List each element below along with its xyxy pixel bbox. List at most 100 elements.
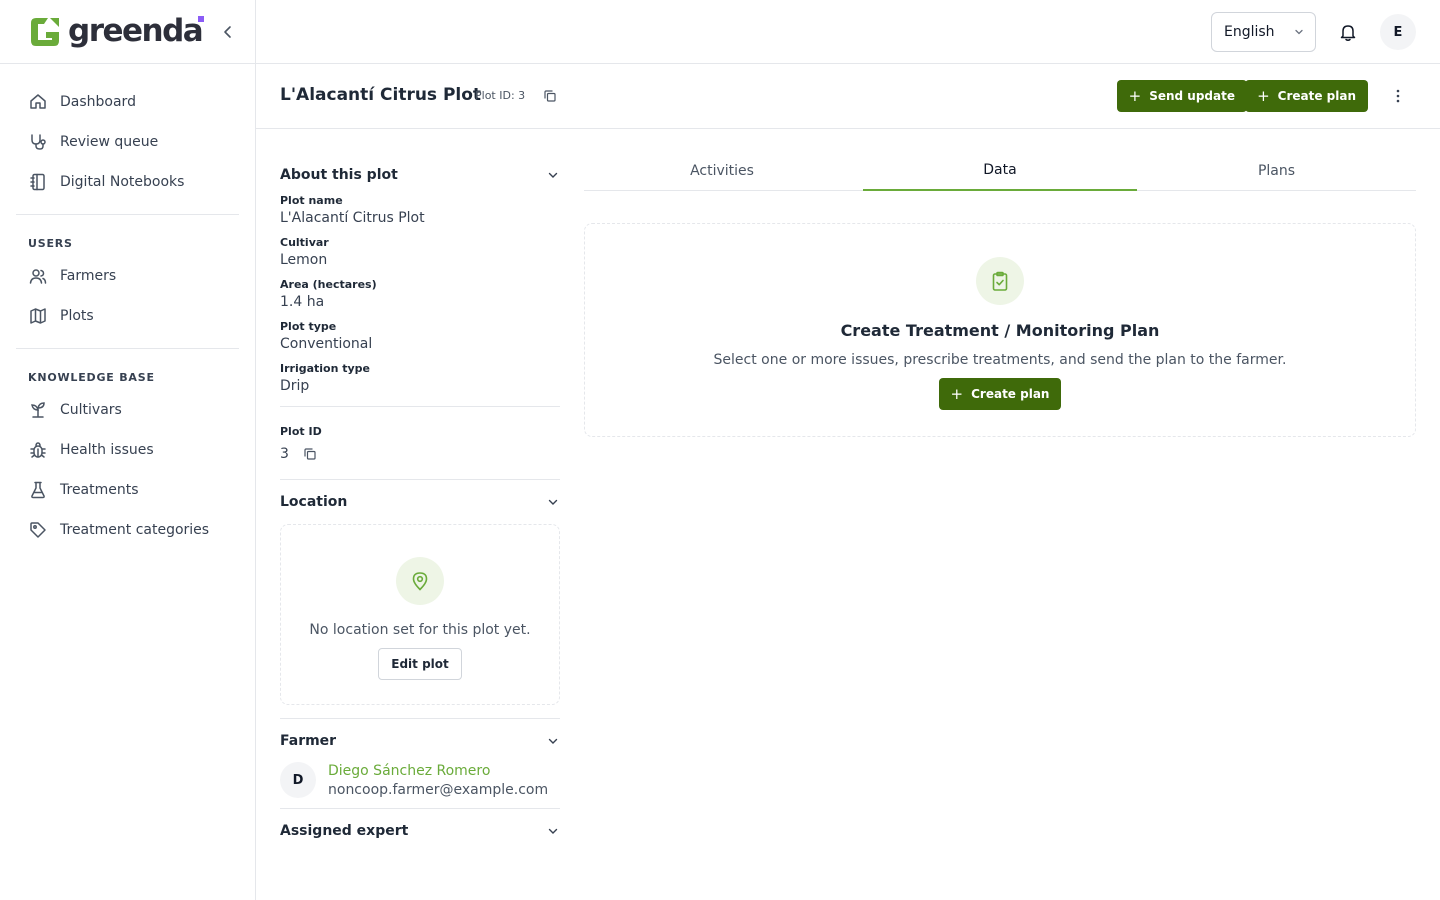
nav-group-users: USERS Farmers Plots (16, 214, 239, 348)
page-title: L'Alacantí Citrus Plot (280, 85, 482, 105)
edit-plot-label: Edit plot (391, 657, 449, 671)
chevron-down-icon (548, 499, 558, 505)
bell-icon[interactable] (1338, 22, 1358, 42)
plot-id-field: Plot ID 3 (280, 407, 560, 479)
farmer-avatar: D (280, 762, 316, 798)
field-value-plot-id: 3 (280, 446, 289, 462)
farmer-section-toggle[interactable]: Farmer (280, 730, 560, 752)
copy-icon[interactable] (303, 447, 317, 461)
tag-icon (30, 522, 46, 538)
create-plan-label: Create plan (971, 387, 1050, 401)
field-value-plot-name: L'Alacantí Citrus Plot (280, 210, 425, 226)
language-select-value: English (1224, 24, 1275, 40)
assigned-expert-section: Assigned expert (280, 809, 560, 842)
sidebar: greenda Dashboard Review queue Digital N… (0, 0, 256, 900)
sidebar-item-review-queue[interactable]: Review queue (16, 122, 239, 162)
plot-tabs: Activities Data Plans (584, 150, 1416, 191)
sidebar-item-label: Review queue (60, 134, 159, 150)
sidebar-item-label: Treatments (60, 482, 139, 498)
sidebar-item-label: Health issues (60, 442, 154, 458)
create-plan-header-button[interactable]: + Create plan (1245, 80, 1368, 112)
assigned-expert-heading: Assigned expert (280, 823, 409, 839)
farmer-info: Diego Sánchez Romero noncoop.farmer@exam… (328, 763, 548, 798)
tab-plans[interactable]: Plans (1137, 150, 1416, 191)
sidebar-item-label: Farmers (60, 268, 117, 284)
collapse-sidebar-icon[interactable] (220, 24, 236, 40)
plus-icon: + (950, 385, 964, 403)
create-plan-label: Create plan (1277, 89, 1356, 103)
field-label-plot-id: Plot ID (280, 425, 322, 438)
about-section-heading: About this plot (280, 167, 398, 183)
nav-heading-users: USERS (28, 237, 73, 250)
user-avatar-initial: E (1393, 24, 1403, 40)
about-section: About this plot Plot name L'Alacantí Cit… (280, 150, 560, 479)
field-label-area: Area (hectares) (280, 278, 377, 291)
farmer-section: Farmer D Diego Sánchez Romero noncoop.fa… (280, 719, 560, 808)
create-plan-button[interactable]: + Create plan (938, 378, 1062, 410)
chevron-down-icon (548, 172, 558, 178)
sidebar-item-label: Plots (60, 308, 94, 324)
sidebar-item-treatments[interactable]: Treatments (16, 470, 239, 510)
plan-empty-description: Select one or more issues, prescribe tre… (713, 352, 1287, 368)
sidebar-item-label: Digital Notebooks (60, 174, 185, 190)
brand-logo-text: greenda (68, 13, 204, 49)
plot-details-panel: About this plot Plot name L'Alacantí Cit… (280, 150, 560, 842)
plot-id-row: 3 (280, 446, 560, 462)
home-icon (30, 94, 46, 109)
location-empty-text: No location set for this plot yet. (309, 622, 531, 638)
field-value-plot-type: Conventional (280, 336, 373, 352)
more-options-icon[interactable] (1390, 88, 1406, 104)
farmer-email: noncoop.farmer@example.com (328, 781, 549, 798)
chevron-down-icon (548, 828, 558, 834)
nav-heading-knowledge-base: KNOWLEDGE BASE (28, 371, 155, 384)
sidebar-item-health-issues[interactable]: Health issues (16, 430, 239, 470)
location-empty-state: No location set for this plot yet. Edit … (280, 524, 560, 705)
assigned-expert-section-toggle[interactable]: Assigned expert (280, 820, 560, 842)
send-update-label: Send update (1149, 89, 1235, 103)
tab-label: Data (983, 161, 1017, 178)
sidebar-item-treatment-categories[interactable]: Treatment categories (16, 510, 239, 550)
location-section-toggle[interactable]: Location (280, 491, 560, 513)
farmer-card: D Diego Sánchez Romero noncoop.farmer@ex… (280, 762, 560, 798)
language-select[interactable]: English (1211, 12, 1316, 52)
field-label-plot-name: Plot name (280, 194, 343, 207)
sidebar-item-digital-notebooks[interactable]: Digital Notebooks (16, 162, 239, 202)
plan-empty-title: Create Treatment / Monitoring Plan (840, 321, 1160, 340)
sidebar-item-plots[interactable]: Plots (16, 296, 239, 336)
map-pin-icon (412, 572, 428, 591)
create-plan-empty-state: Create Treatment / Monitoring Plan Selec… (584, 223, 1416, 437)
clipboard-icon-badge (976, 257, 1024, 305)
sidebar-nav: Dashboard Review queue Digital Notebooks… (0, 64, 255, 562)
plot-id-tag: Plot ID: 3 (475, 89, 526, 102)
sidebar-item-dashboard[interactable]: Dashboard (16, 82, 239, 122)
about-section-toggle[interactable]: About this plot (280, 164, 560, 186)
sidebar-item-label: Cultivars (60, 402, 122, 418)
edit-plot-button[interactable]: Edit plot (378, 648, 462, 680)
users-icon (29, 269, 47, 284)
farmer-name-link[interactable]: Diego Sánchez Romero (328, 763, 548, 779)
notebook-icon (30, 173, 45, 191)
bug-icon (30, 442, 46, 458)
farmer-section-heading: Farmer (280, 733, 337, 749)
chevron-down-icon (1295, 29, 1303, 35)
tab-label: Plans (1257, 162, 1296, 179)
sidebar-item-label: Dashboard (60, 94, 136, 110)
logo-dot (198, 16, 204, 22)
tab-activities[interactable]: Activities (584, 150, 860, 191)
plus-icon: + (1257, 87, 1270, 105)
sidebar-item-cultivars[interactable]: Cultivars (16, 390, 239, 430)
farmer-avatar-initial: D (292, 772, 304, 788)
send-update-button[interactable]: + Send update (1116, 80, 1247, 112)
field-value-irrigation-type: Drip (280, 378, 310, 394)
flask-icon (31, 481, 45, 499)
about-fields: Plot name L'Alacantí Citrus Plot Cultiva… (280, 194, 560, 406)
greenda-logo-mark (31, 17, 59, 46)
field-label-plot-type: Plot type (280, 320, 337, 333)
nav-group-knowledge-base: KNOWLEDGE BASE Cultivars Health issues T… (16, 348, 239, 562)
field-label-irrigation-type: Irrigation type (280, 362, 371, 375)
page-header: L'Alacantí Citrus Plot Plot ID: 3 + Send… (256, 64, 1440, 129)
tab-data[interactable]: Data (863, 150, 1137, 191)
sidebar-item-farmers[interactable]: Farmers (16, 256, 239, 296)
user-avatar[interactable]: E (1380, 14, 1416, 50)
copy-icon[interactable] (543, 89, 557, 103)
